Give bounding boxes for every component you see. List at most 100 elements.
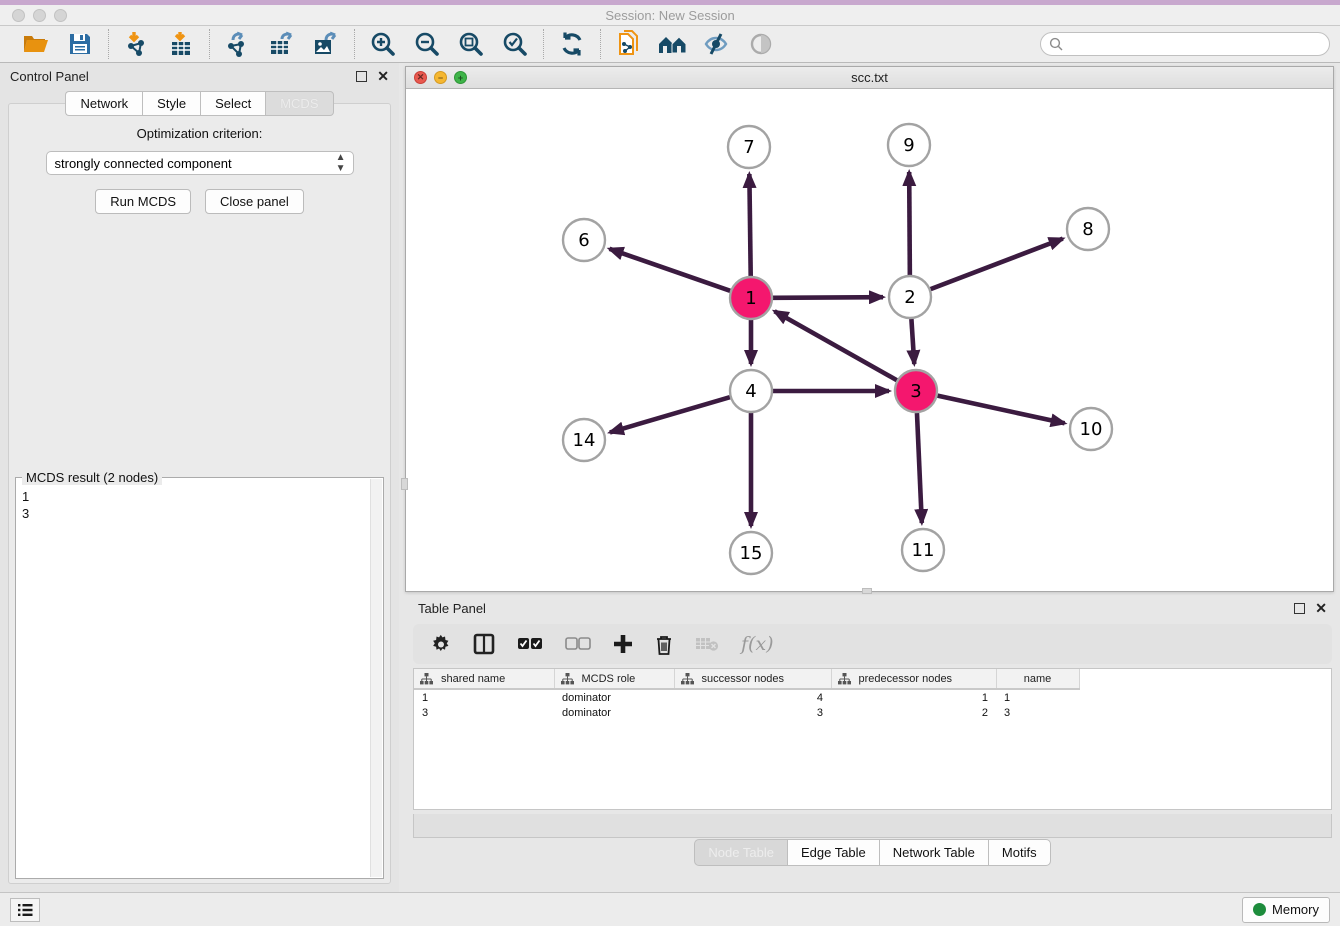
status-bar: Memory	[0, 892, 1340, 926]
edge-2-3[interactable]	[911, 319, 914, 364]
cell-predecessor-nodes[interactable]: 1	[831, 689, 996, 705]
export-network-icon[interactable]	[221, 29, 255, 59]
tab-network-table[interactable]: Network Table	[879, 839, 988, 866]
column-header-predecessor-nodes[interactable]: predecessor nodes	[831, 669, 996, 689]
column-header-successor-nodes[interactable]: successor nodes	[674, 669, 831, 689]
function-builder-icon[interactable]: f(x)	[741, 631, 774, 657]
cell-MCDS-role[interactable]: dominator	[554, 689, 674, 705]
edge-2-8[interactable]	[931, 239, 1063, 290]
mcds-result-scrollbar[interactable]	[370, 479, 382, 877]
edge-1-2[interactable]	[773, 297, 883, 298]
zoom-out-icon[interactable]	[410, 29, 444, 59]
table-row[interactable]: 1dominator411	[414, 689, 1095, 705]
column-header-shared-name[interactable]: shared name	[414, 669, 554, 689]
zoom-fit-icon[interactable]	[454, 29, 488, 59]
search-field[interactable]	[1040, 32, 1330, 56]
list-icon	[17, 903, 33, 917]
control-panel-tabs: NetworkStyleSelectMCDS	[0, 91, 399, 116]
tab-motifs[interactable]: Motifs	[988, 839, 1051, 866]
network-close-icon[interactable]: ✕	[414, 71, 427, 84]
tab-edge-table[interactable]: Edge Table	[787, 839, 879, 866]
network-window-title: scc.txt	[406, 70, 1333, 85]
cell-shared-name[interactable]: 3	[414, 705, 554, 721]
hierarchy-icon	[681, 673, 694, 685]
edge-4-14[interactable]	[610, 397, 730, 432]
close-panel-icon[interactable]: ✕	[377, 69, 389, 83]
export-image-icon[interactable]	[309, 29, 343, 59]
toolbar-separator	[108, 29, 109, 59]
toolbar-separator	[600, 29, 601, 59]
network-graph[interactable]: 7968124314101511	[406, 89, 1333, 592]
node-label-2: 2	[904, 287, 915, 308]
edge-3-10[interactable]	[937, 396, 1064, 424]
table-options-icon[interactable]	[431, 631, 451, 657]
table-row[interactable]: 3dominator323	[414, 705, 1095, 721]
task-history-button[interactable]	[10, 898, 40, 922]
vertical-splitter-handle[interactable]	[401, 478, 408, 490]
criterion-dropdown[interactable]: strongly connected component ▲▼	[46, 151, 354, 175]
cell-name[interactable]: 3	[996, 705, 1079, 721]
tab-style[interactable]: Style	[142, 91, 200, 116]
edge-1-6[interactable]	[610, 249, 731, 291]
tab-network[interactable]: Network	[65, 91, 142, 116]
select-all-icon[interactable]	[517, 631, 543, 657]
close-panel-button[interactable]: Close panel	[205, 189, 304, 214]
mcds-result-group: MCDS result (2 nodes) 13	[15, 477, 384, 879]
import-network-icon[interactable]	[120, 29, 154, 59]
delete-column-icon[interactable]	[655, 631, 673, 657]
memory-button[interactable]: Memory	[1242, 897, 1330, 923]
mcds-result-item: 3	[22, 505, 369, 522]
table-panel-title: Table Panel	[418, 601, 486, 616]
network-window-titlebar[interactable]: ✕ − + scc.txt	[406, 67, 1333, 89]
search-input[interactable]	[1069, 37, 1321, 51]
network-maximize-icon[interactable]: +	[454, 71, 467, 84]
toolbar-separator	[354, 29, 355, 59]
save-session-icon[interactable]	[63, 29, 97, 59]
edge-2-9[interactable]	[909, 172, 910, 275]
edge-3-11[interactable]	[917, 413, 922, 523]
float-table-panel-icon[interactable]	[1294, 603, 1305, 614]
import-table-icon[interactable]	[164, 29, 198, 59]
tab-mcds[interactable]: MCDS	[265, 91, 333, 116]
apply-layout-icon[interactable]	[555, 29, 589, 59]
cell-successor-nodes[interactable]: 3	[674, 705, 831, 721]
network-canvas[interactable]: 7968124314101511	[406, 89, 1333, 591]
cell-successor-nodes[interactable]: 4	[674, 689, 831, 705]
control-panel: Control Panel ✕ NetworkStyleSelectMCDS O…	[0, 63, 399, 892]
cell-MCDS-role[interactable]: dominator	[554, 705, 674, 721]
deselect-all-icon[interactable]	[565, 631, 591, 657]
delete-table-icon[interactable]	[695, 631, 719, 657]
node-label-9: 9	[903, 135, 914, 156]
table-bottom-strip	[413, 814, 1332, 838]
new-network-from-selection-icon[interactable]	[612, 29, 646, 59]
zoom-selected-icon[interactable]	[498, 29, 532, 59]
hierarchy-icon	[838, 673, 851, 685]
criterion-value: strongly connected component	[55, 156, 232, 171]
cell-predecessor-nodes[interactable]: 2	[831, 705, 996, 721]
close-table-panel-icon[interactable]: ✕	[1315, 601, 1327, 615]
mcds-result-list[interactable]: 13	[22, 488, 369, 876]
cell-name[interactable]: 1	[996, 689, 1079, 705]
show-all-icon[interactable]	[744, 29, 778, 59]
node-table[interactable]: shared nameMCDS rolesuccessor nodesprede…	[413, 668, 1332, 810]
horizontal-splitter-handle[interactable]	[862, 588, 872, 594]
edge-1-7[interactable]	[749, 174, 750, 276]
zoom-in-icon[interactable]	[366, 29, 400, 59]
network-minimize-icon[interactable]: −	[434, 71, 447, 84]
first-neighbors-icon[interactable]	[656, 29, 690, 59]
add-column-icon[interactable]	[613, 631, 633, 657]
cell-shared-name[interactable]: 1	[414, 689, 554, 705]
tab-node-table[interactable]: Node Table	[694, 839, 787, 866]
edge-3-1[interactable]	[775, 311, 897, 380]
export-table-icon[interactable]	[265, 29, 299, 59]
open-file-icon[interactable]	[19, 29, 53, 59]
memory-status-icon	[1253, 903, 1266, 916]
column-header-MCDS-role[interactable]: MCDS role	[554, 669, 674, 689]
float-panel-icon[interactable]	[356, 71, 367, 82]
show-column-icon[interactable]	[473, 631, 495, 657]
column-header-name[interactable]: name	[996, 669, 1079, 689]
hide-selected-icon[interactable]	[700, 29, 734, 59]
tab-select[interactable]: Select	[200, 91, 265, 116]
main-toolbar	[0, 26, 1340, 63]
run-mcds-button[interactable]: Run MCDS	[95, 189, 191, 214]
